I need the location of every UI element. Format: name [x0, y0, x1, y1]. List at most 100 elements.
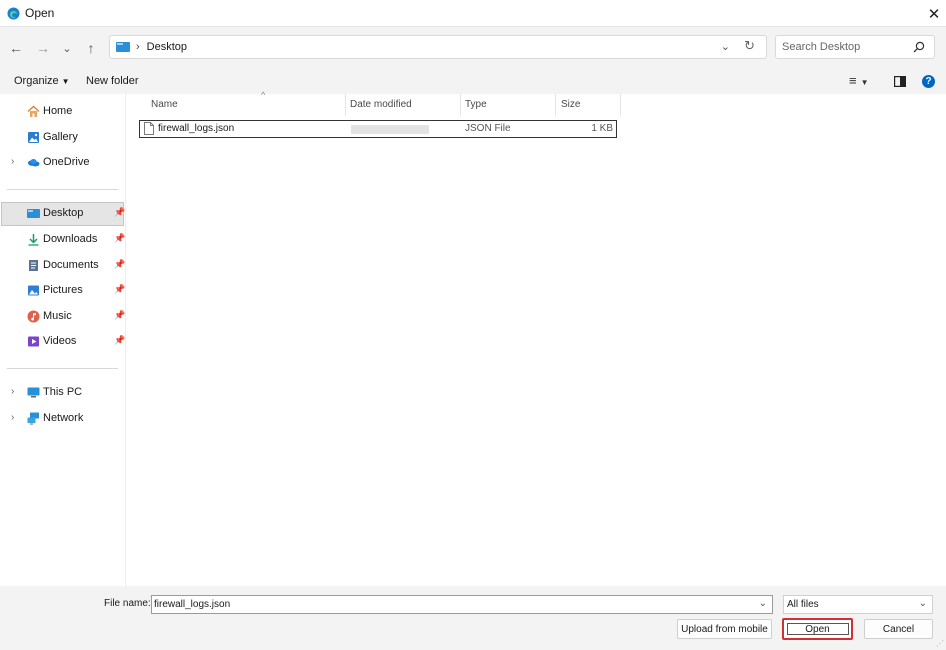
view-options-button[interactable]: ≡ ▼: [849, 73, 869, 88]
desktop-folder-icon: [116, 42, 130, 52]
dropdown-arrow-icon: ▼: [61, 77, 70, 86]
gallery-icon: [28, 132, 39, 143]
music-icon: [27, 310, 40, 323]
title-bar: Open ✕: [0, 0, 946, 27]
help-icon[interactable]: ?: [922, 75, 935, 88]
forward-button[interactable]: →: [34, 37, 52, 59]
this-pc-icon: [27, 387, 40, 398]
breadcrumb-desktop[interactable]: Desktop: [147, 41, 187, 53]
dialog-footer: File name: ⌄ All files ⌄ Upload from mob…: [0, 586, 946, 650]
arrow-left-icon: ←: [9, 40, 23, 56]
command-toolbar: Organize ▼ New folder ≡ ▼ ?: [0, 69, 946, 94]
pin-icon[interactable]: 📌: [114, 335, 125, 346]
organize-label: Organize: [14, 75, 59, 87]
search-icon[interactable]: [913, 41, 925, 53]
cancel-button[interactable]: Cancel: [864, 619, 933, 639]
file-name-input[interactable]: [154, 597, 749, 612]
sidebar-item-label: Gallery: [43, 131, 78, 143]
sidebar-item-downloads[interactable]: Downloads 📌: [1, 228, 125, 252]
address-dropdown-icon[interactable]: ⌄: [721, 40, 730, 53]
open-button-label: Open: [786, 623, 849, 635]
column-separator[interactable]: [620, 94, 621, 116]
sidebar-item-music[interactable]: Music 📌: [1, 305, 125, 329]
preview-pane-icon[interactable]: [894, 76, 906, 87]
file-name-label: File name:: [104, 598, 151, 609]
file-type: JSON File: [465, 123, 511, 134]
sidebar-item-this-pc[interactable]: › This PC: [1, 381, 124, 405]
search-box[interactable]: [775, 35, 935, 59]
expand-chevron-icon[interactable]: ›: [11, 156, 14, 167]
back-button[interactable]: ←: [7, 37, 25, 59]
column-header-label: Size: [561, 99, 581, 110]
date-modified-redacted: [351, 125, 429, 134]
pin-icon[interactable]: 📌: [114, 259, 125, 270]
upload-from-mobile-button[interactable]: Upload from mobile: [677, 619, 772, 639]
file-icon: [144, 122, 154, 135]
file-name: firewall_logs.json: [158, 123, 235, 134]
sidebar-item-network[interactable]: › Network: [1, 407, 124, 431]
documents-icon: [29, 260, 38, 271]
search-input[interactable]: [782, 41, 912, 53]
sidebar-item-home[interactable]: Home: [1, 100, 124, 124]
close-button[interactable]: ✕: [922, 0, 946, 27]
organize-button[interactable]: Organize ▼: [14, 75, 70, 87]
column-header-label: Type: [465, 99, 487, 110]
home-icon: [27, 105, 40, 117]
window-title: Open: [25, 6, 55, 20]
desktop-icon: [27, 209, 40, 218]
up-button[interactable]: ↑: [82, 37, 100, 59]
sidebar-divider: [7, 368, 118, 369]
sidebar-item-label: Downloads: [43, 233, 98, 245]
new-folder-button[interactable]: New folder: [86, 75, 139, 87]
sidebar-item-label: Music: [43, 310, 72, 322]
sidebar-item-desktop[interactable]: Desktop 📌: [1, 202, 125, 226]
expand-chevron-icon[interactable]: ›: [11, 412, 14, 423]
sidebar-item-gallery[interactable]: Gallery: [1, 126, 124, 150]
file-name-combobox[interactable]: ⌄: [151, 595, 773, 614]
sidebar-item-videos[interactable]: Videos 📌: [1, 330, 125, 354]
file-list[interactable]: Name ^ Date modified Type Size firewall_…: [127, 90, 946, 586]
recent-locations-button[interactable]: ⌄: [58, 37, 76, 59]
sidebar-item-pictures[interactable]: Pictures 📌: [1, 279, 125, 303]
chevron-down-icon[interactable]: ⌄: [759, 598, 767, 609]
pin-icon[interactable]: 📌: [114, 233, 125, 244]
column-header-date-modified[interactable]: Date modified: [345, 94, 460, 116]
sidebar-item-onedrive[interactable]: › OneDrive: [1, 151, 124, 175]
navigation-pane: Home Gallery › OneDrive Desktop 📌 Downlo…: [0, 94, 126, 586]
column-header-type[interactable]: Type: [460, 94, 555, 116]
pictures-icon: [28, 285, 39, 296]
sidebar-item-label: OneDrive: [43, 156, 90, 168]
sort-ascending-icon: ^: [261, 90, 266, 100]
sidebar-item-label: Network: [43, 412, 84, 424]
pin-icon[interactable]: 📌: [114, 284, 125, 295]
sidebar-item-documents[interactable]: Documents 📌: [1, 254, 125, 278]
downloads-icon: [28, 234, 39, 246]
pin-icon[interactable]: 📌: [114, 207, 125, 218]
column-header-size[interactable]: Size: [556, 94, 620, 116]
arrow-right-icon: →: [36, 40, 50, 56]
videos-icon: [28, 336, 39, 347]
file-type-filter-value: All files: [787, 599, 819, 610]
pin-icon[interactable]: 📌: [114, 310, 125, 321]
resize-grip-icon[interactable]: ⋰: [936, 639, 944, 648]
column-header-label: Date modified: [350, 99, 412, 110]
expand-chevron-icon[interactable]: ›: [11, 386, 14, 397]
navigation-bar: ← → ⌄ ↑ › Desktop ⌄ ↻: [0, 27, 946, 69]
chevron-down-icon: ⌄: [62, 42, 72, 55]
network-icon: [27, 412, 39, 425]
column-header-name[interactable]: Name ^: [146, 90, 346, 116]
file-row[interactable]: firewall_logs.json JSON File 1 KB: [139, 120, 617, 138]
file-size: 1 KB: [591, 123, 613, 134]
open-button[interactable]: Open: [782, 618, 853, 640]
refresh-icon[interactable]: ↻: [744, 38, 755, 54]
arrow-up-icon: ↑: [87, 40, 95, 56]
close-icon: ✕: [927, 5, 941, 23]
column-header-label: Name: [151, 99, 178, 110]
address-bar[interactable]: › Desktop ⌄ ↻: [109, 35, 767, 59]
view-dropdown-icon: ▼: [860, 78, 869, 87]
sidebar-item-label: This PC: [43, 386, 83, 398]
file-type-filter[interactable]: All files ⌄: [783, 595, 933, 614]
chevron-down-icon[interactable]: ⌄: [919, 598, 927, 609]
sidebar-item-label: Videos: [43, 335, 77, 347]
list-view-icon: ≡: [849, 73, 857, 88]
